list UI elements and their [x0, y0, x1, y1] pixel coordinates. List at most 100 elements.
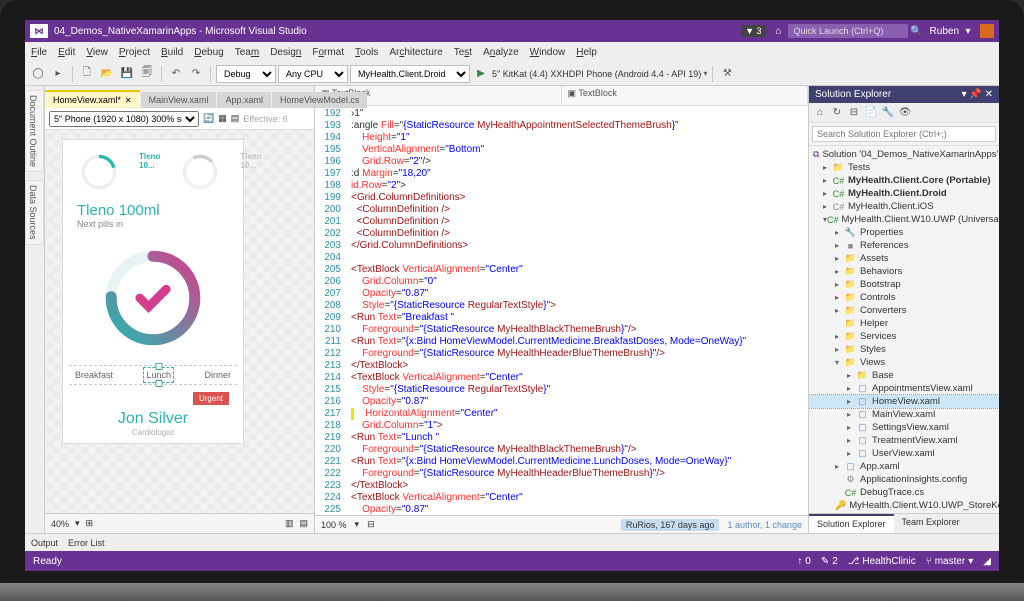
- home-icon[interactable]: ⌂: [771, 23, 787, 39]
- code-line[interactable]: Foreground="{StaticResource MyHealthBlac…: [351, 444, 804, 456]
- code-line[interactable]: </TextBlock>: [351, 480, 804, 492]
- code-line[interactable]: <TextBlock VerticalAlignment="Center": [351, 372, 804, 384]
- device-select[interactable]: 5" Phone (1920 x 1080) 300% scale: [49, 111, 199, 127]
- show-all-icon[interactable]: 📄: [864, 106, 878, 120]
- status-resize-icon[interactable]: ◢: [983, 556, 991, 567]
- tree-node[interactable]: ▾📁Views: [809, 356, 999, 369]
- code-line[interactable]: Foreground="{StaticResource MyHealthHead…: [351, 468, 804, 480]
- tree-node[interactable]: ▸▢App.xaml: [809, 460, 999, 473]
- meal-lunch[interactable]: Lunch: [146, 370, 171, 380]
- status-push[interactable]: ↑ 0: [797, 556, 811, 567]
- nav-back-icon[interactable]: ◯: [29, 65, 47, 83]
- code-line[interactable]: Opacity="0.87": [351, 396, 804, 408]
- code-body[interactable]: 1921931941951961971981992002012022032042…: [315, 106, 808, 515]
- tree-node[interactable]: ▸📁Base: [809, 369, 999, 382]
- notification-badge[interactable]: ▼ 3: [741, 25, 765, 37]
- tree-node[interactable]: ▸📁Assets: [809, 252, 999, 265]
- doc-tab[interactable]: MainView.xaml: [141, 92, 217, 108]
- code-line[interactable]: Foreground="{StaticResource MyHealthBlac…: [351, 324, 804, 336]
- avatar[interactable]: [980, 24, 994, 38]
- tree-node[interactable]: ▸📁Services: [809, 330, 999, 343]
- tree-node[interactable]: ▸■References: [809, 239, 999, 252]
- split-v-icon[interactable]: ▤: [299, 518, 308, 529]
- menu-edit[interactable]: Edit: [58, 47, 75, 58]
- redo-icon[interactable]: ↷: [187, 65, 205, 83]
- properties-icon[interactable]: 🔧: [881, 106, 895, 120]
- nav-scope-right[interactable]: ▣ TextBlock: [562, 86, 809, 105]
- home-icon[interactable]: ⌂: [813, 106, 827, 120]
- menu-analyze[interactable]: Analyze: [483, 47, 519, 58]
- status-changes[interactable]: ✎ 2: [821, 556, 838, 567]
- tab-team-explorer[interactable]: Team Explorer: [894, 514, 968, 533]
- code-line[interactable]: <ColumnDefinition />: [351, 216, 804, 228]
- user-name[interactable]: Ruben: [930, 26, 959, 37]
- document-outline-tab[interactable]: Document Outline: [25, 90, 44, 172]
- zoom-value[interactable]: 40%: [51, 519, 69, 529]
- menu-format[interactable]: Format: [312, 47, 344, 58]
- code-line[interactable]: Opacity="0.87": [351, 288, 804, 300]
- code-line[interactable]: </TextBlock>: [351, 360, 804, 372]
- code-line[interactable]: Grid.Column="0": [351, 276, 804, 288]
- solution-root[interactable]: ⧉Solution '04_Demos_NativeXamarinApps' (…: [809, 148, 999, 161]
- menu-tools[interactable]: Tools: [355, 47, 378, 58]
- tree-node[interactable]: ▸▢HomeView.xaml: [809, 395, 999, 408]
- code-line[interactable]: <ColumnDefinition />: [351, 204, 804, 216]
- rotate-icon[interactable]: 🔄: [203, 113, 214, 124]
- code-line[interactable]: <ColumnDefinition />: [351, 228, 804, 240]
- tab-output[interactable]: Output: [31, 538, 58, 548]
- codelens-blame[interactable]: RuRios, 167 days ago: [621, 519, 720, 531]
- platform-select[interactable]: Any CPU: [278, 65, 348, 83]
- menu-debug[interactable]: Debug: [194, 47, 223, 58]
- design-surface[interactable]: Tleno 10... Tleno 10... Tleno 100ml Next…: [45, 130, 314, 513]
- code-line[interactable]: Grid.Row="2"/>: [351, 156, 804, 168]
- doc-tab[interactable]: HomeView.xaml*✕: [45, 90, 140, 108]
- status-repo[interactable]: ⎇ HealthClinic: [848, 556, 916, 567]
- tree-node[interactable]: ▸▢SettingsView.xaml: [809, 421, 999, 434]
- code-line[interactable]: Foreground="{StaticResource MyHealthHead…: [351, 348, 804, 360]
- pin-icon[interactable]: ▾ 📌 ✕: [962, 89, 993, 100]
- tree-node[interactable]: ⚙ApplicationInsights.config: [809, 473, 999, 486]
- debug-target[interactable]: 5" KitKat (4.4) XXHDPI Phone (Android 4.…: [492, 69, 701, 79]
- search-icon[interactable]: 🔍: [909, 23, 925, 39]
- menu-test[interactable]: Test: [454, 47, 472, 58]
- doc-tab[interactable]: App.xaml: [217, 92, 271, 108]
- collapse-all-icon[interactable]: ⊟: [847, 106, 861, 120]
- tree-node[interactable]: ▸📁Bootstrap: [809, 278, 999, 291]
- tree-node[interactable]: 📁Helper: [809, 317, 999, 330]
- editor-zoom[interactable]: 100 %: [321, 520, 347, 530]
- code-line[interactable]: :angle Fill="{StaticResource MyHealthApp…: [351, 120, 804, 132]
- menu-design[interactable]: Design: [270, 47, 301, 58]
- code-line[interactable]: </Grid.ColumnDefinitions>: [351, 240, 804, 252]
- undo-icon[interactable]: ↶: [167, 65, 185, 83]
- fit-icon[interactable]: ⊞: [86, 518, 94, 529]
- menu-team[interactable]: Team: [235, 47, 259, 58]
- tree-node[interactable]: ▸📁Styles: [809, 343, 999, 356]
- tree-node[interactable]: ▸🔧Properties: [809, 226, 999, 239]
- data-sources-tab[interactable]: Data Sources: [25, 180, 44, 245]
- code-line[interactable]: ›1": [351, 108, 804, 120]
- nav-fwd-icon[interactable]: ▸: [49, 65, 67, 83]
- code-line[interactable]: :d Margin="18,20": [351, 168, 804, 180]
- code-line[interactable]: Grid.Column="1">: [351, 420, 804, 432]
- tree-node[interactable]: ▸C#MyHealth.Client.iOS: [809, 200, 999, 213]
- status-branch[interactable]: ⑂ master ▾: [926, 556, 974, 567]
- collapse-icon[interactable]: ⊟: [367, 519, 375, 530]
- refresh-icon[interactable]: ↻: [830, 106, 844, 120]
- tool-icon[interactable]: ⚒: [718, 65, 736, 83]
- menu-file[interactable]: File: [31, 47, 47, 58]
- solution-tree[interactable]: ⧉Solution '04_Demos_NativeXamarinApps' (…: [809, 146, 999, 513]
- tree-node[interactable]: ▸C#MyHealth.Client.Core (Portable): [809, 174, 999, 187]
- tree-node[interactable]: ▾C#MyHealth.Client.W10.UWP (Universal Wi…: [809, 213, 999, 226]
- save-all-icon[interactable]: 🗐: [138, 65, 156, 83]
- codelens-authors[interactable]: 1 author, 1 change: [727, 520, 802, 530]
- code-line[interactable]: <Grid.ColumnDefinitions>: [351, 192, 804, 204]
- menu-view[interactable]: View: [86, 47, 108, 58]
- solution-search-input[interactable]: [812, 126, 996, 142]
- tree-node[interactable]: ▸📁Converters: [809, 304, 999, 317]
- open-icon[interactable]: 📂: [98, 65, 116, 83]
- code-line[interactable]: id.Row="2">: [351, 180, 804, 192]
- tree-node[interactable]: ▸📁Tests: [809, 161, 999, 174]
- tree-node[interactable]: ▸▢TreatmentView.xaml: [809, 434, 999, 447]
- tree-node[interactable]: ▸▢MainView.xaml: [809, 408, 999, 421]
- code-line[interactable]: VerticalAlignment="Bottom": [351, 144, 804, 156]
